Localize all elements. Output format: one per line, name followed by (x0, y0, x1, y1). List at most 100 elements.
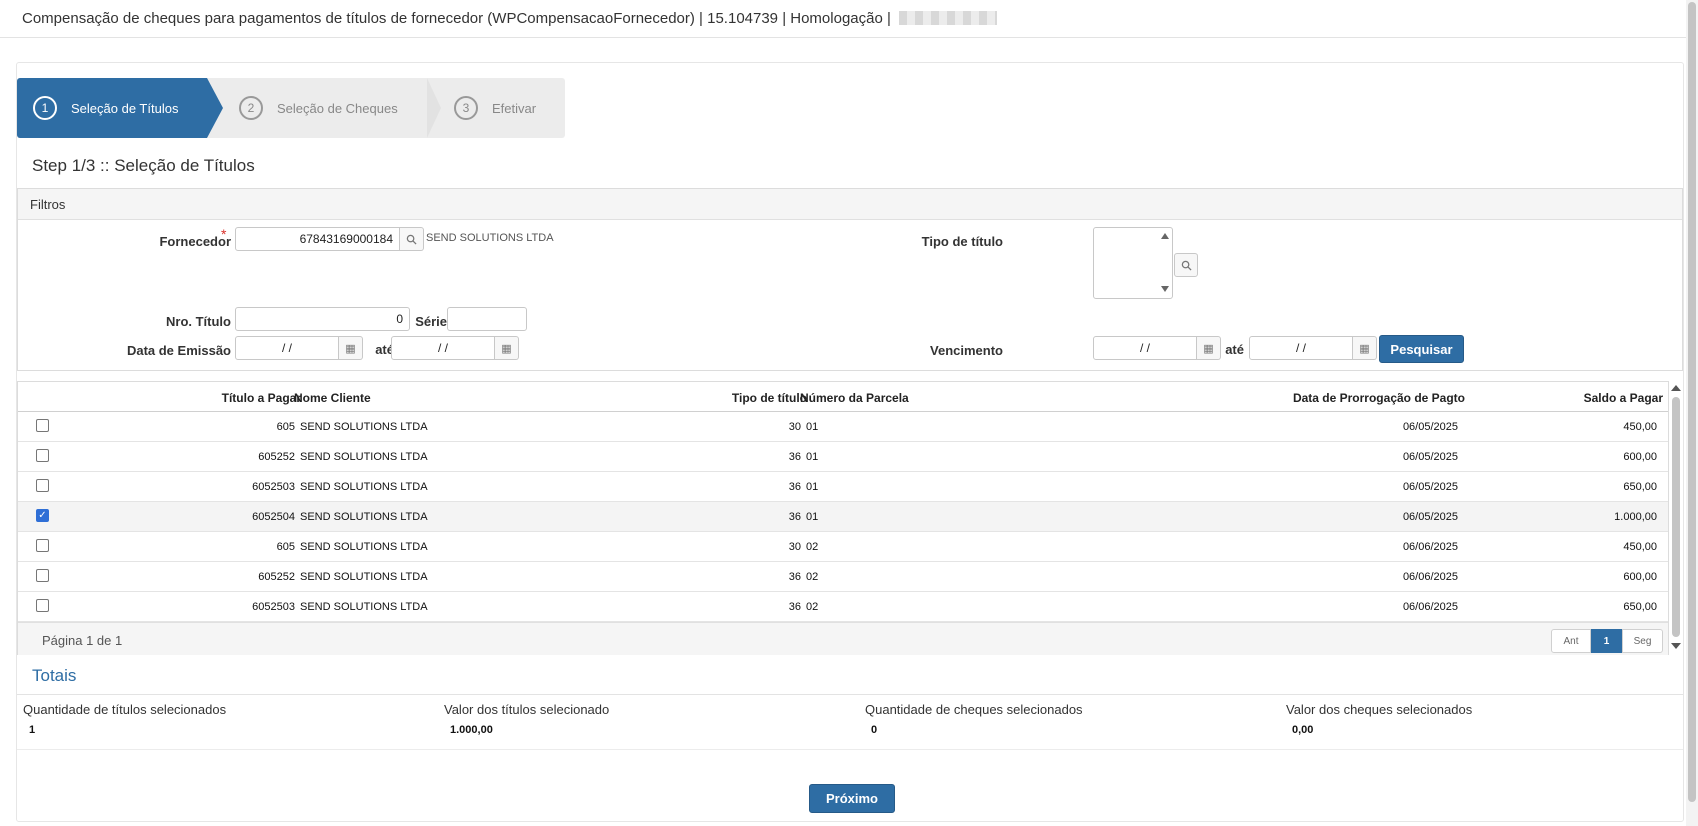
pesquisar-button[interactable]: Pesquisar (1379, 335, 1464, 363)
cell-data: 06/06/2025 (1402, 601, 1458, 613)
data-emissao-ate-label: até (375, 342, 394, 357)
table-row[interactable]: 605252 SEND SOLUTIONS LTDA 36 02 06/06/2025 6… (18, 562, 1668, 592)
cell-parcela: 02 (806, 541, 819, 553)
row-checkbox[interactable] (36, 419, 49, 432)
data-emissao-end-calendar-button[interactable]: ▦ (495, 336, 519, 360)
listbox-scroll-down-icon[interactable] (1161, 286, 1169, 292)
cell-tipo: 36 (788, 601, 801, 613)
row-checkbox[interactable] (36, 479, 49, 492)
data-emissao-label: Data de Emissão (126, 343, 231, 358)
listbox-scroll-up-icon[interactable] (1161, 233, 1169, 239)
cell-titulo: 6052503 (252, 481, 295, 493)
serie-label: Série (415, 314, 447, 329)
vencimento-start-input[interactable]: / / (1093, 336, 1197, 360)
table-row[interactable]: 605252 SEND SOLUTIONS LTDA 36 01 06/05/2025 6… (18, 442, 1668, 472)
step-number-1: 1 (33, 96, 57, 120)
step-arrow-1 (207, 78, 223, 138)
cell-titulo: 6052503 (252, 601, 295, 613)
pager-current-page[interactable]: 1 (1591, 629, 1622, 653)
filters-panel: Filtros Fornecedor * 67843169000184 SEND… (17, 188, 1683, 371)
data-emissao-start-input[interactable]: / / (235, 336, 339, 360)
wizard-step-3[interactable]: 3 Efetivar (454, 78, 564, 138)
vencimento-label: Vencimento (930, 343, 1003, 358)
required-mark: * (221, 226, 227, 242)
cell-saldo: 450,00 (1623, 421, 1657, 433)
search-icon (1181, 260, 1192, 271)
data-emissao-end-input[interactable]: / / (391, 336, 495, 360)
tot-qtd-cheques-label: Quantidade de cheques selecionados (865, 702, 1083, 717)
vencimento-end-calendar-button[interactable]: ▦ (1353, 336, 1377, 360)
cell-parcela: 01 (806, 511, 819, 523)
calendar-icon: ▦ (1203, 342, 1214, 355)
totais-title: Totais (32, 666, 77, 685)
step-arrow-2 (427, 78, 441, 138)
totais-bottom-divider (17, 749, 1683, 750)
proximo-button[interactable]: Próximo (809, 784, 895, 813)
window-title: Compensação de cheques para pagamentos d… (22, 10, 891, 27)
cell-nome: SEND SOLUTIONS LTDA (300, 571, 428, 583)
cell-tipo: 36 (788, 571, 801, 583)
cell-titulo: 605252 (258, 451, 295, 463)
pager-prev-button[interactable]: Ant (1551, 629, 1591, 653)
table-row[interactable]: 6052503 SEND SOLUTIONS LTDA 36 01 06/05/2025… (18, 472, 1668, 502)
cell-titulo: 6052504 (252, 511, 295, 523)
search-icon (406, 234, 417, 245)
row-checkbox[interactable] (36, 569, 49, 582)
cell-data: 06/06/2025 (1402, 541, 1458, 553)
tipo-titulo-listbox[interactable] (1093, 227, 1173, 299)
grid-footer: Página 1 de 1 Ant 1 Seg (18, 622, 1668, 655)
cell-data: 06/05/2025 (1402, 421, 1458, 433)
serie-input[interactable] (447, 307, 527, 331)
col-tipo-titulo[interactable]: Tipo de título (732, 391, 807, 405)
step-heading: Step 1/3 :: Seleção de Títulos (32, 156, 255, 175)
table-row[interactable]: ✓ 6052504 SEND SOLUTIONS LTDA 36 01 06/05/202… (18, 502, 1668, 532)
row-checkbox[interactable] (36, 449, 49, 462)
table-row[interactable]: 605 SEND SOLUTIONS LTDA 30 01 06/05/2025 450,… (18, 412, 1668, 442)
cell-parcela: 02 (806, 601, 819, 613)
col-nome-cliente[interactable]: Nome Cliente (294, 391, 371, 405)
wizard-step-2[interactable]: 2 Seleção de Cheques (239, 78, 439, 138)
redacted-environment (899, 11, 998, 25)
wizard-steps: 1 Seleção de Títulos 2 Seleção de Cheque… (17, 78, 565, 138)
page-scrollbar[interactable] (1686, 0, 1698, 826)
nro-titulo-input[interactable]: 0 (235, 307, 410, 331)
cell-tipo: 30 (788, 541, 801, 553)
grid-scroll-down-icon[interactable] (1671, 643, 1681, 649)
tot-valor-titulos-label: Valor dos títulos selecionado (444, 702, 610, 717)
row-checkbox[interactable] (36, 599, 49, 612)
vencimento-end-input[interactable]: / / (1249, 336, 1353, 360)
tot-valor-titulos-value: 1.000,00 (450, 724, 493, 736)
tot-qtd-titulos-label: Quantidade de títulos selecionados (23, 702, 227, 717)
tot-qtd-titulos-value: 1 (29, 724, 36, 736)
cell-data: 06/06/2025 (1402, 571, 1458, 583)
cell-parcela: 01 (806, 451, 819, 463)
cell-tipo: 36 (788, 481, 801, 493)
step-number-2: 2 (239, 96, 263, 120)
grid-scroll-up-icon[interactable] (1671, 385, 1681, 391)
calendar-icon: ▦ (501, 342, 512, 355)
cell-nome: SEND SOLUTIONS LTDA (300, 421, 428, 433)
col-titulo-a-pagar[interactable]: Título a Pagar (222, 391, 301, 405)
table-row[interactable]: 605 SEND SOLUTIONS LTDA 30 02 06/06/2025 450,… (18, 532, 1668, 562)
pager-next-button[interactable]: Seg (1622, 629, 1663, 653)
fornecedor-search-button[interactable] (400, 227, 424, 251)
row-checkbox[interactable]: ✓ (36, 509, 49, 522)
fornecedor-input[interactable]: 67843169000184 (235, 227, 400, 251)
grid-scrollbar[interactable] (1670, 381, 1682, 653)
tipo-titulo-search-button[interactable] (1174, 253, 1198, 277)
fornecedor-name: SEND SOLUTIONS LTDA (426, 232, 554, 244)
table-row[interactable]: 6052503 SEND SOLUTIONS LTDA 36 02 06/06/2025… (18, 592, 1668, 622)
cell-saldo: 450,00 (1623, 541, 1657, 553)
page-scrollbar-thumb[interactable] (1688, 2, 1696, 802)
col-numero-parcela[interactable]: Número da Parcela (800, 391, 909, 405)
row-checkbox[interactable] (36, 539, 49, 552)
cell-nome: SEND SOLUTIONS LTDA (300, 541, 428, 553)
grid-scrollbar-thumb[interactable] (1672, 397, 1680, 637)
cell-data: 06/05/2025 (1402, 511, 1458, 523)
cell-tipo: 36 (788, 511, 801, 523)
wizard-step-1[interactable]: 1 Seleção de Títulos (17, 78, 207, 138)
col-data-prorrogacao[interactable]: Data de Prorrogação de Pagto (1293, 391, 1465, 405)
data-emissao-start-calendar-button[interactable]: ▦ (339, 336, 363, 360)
step-label-3: Efetivar (492, 100, 537, 116)
col-saldo-a-pagar[interactable]: Saldo a Pagar (1584, 391, 1663, 405)
